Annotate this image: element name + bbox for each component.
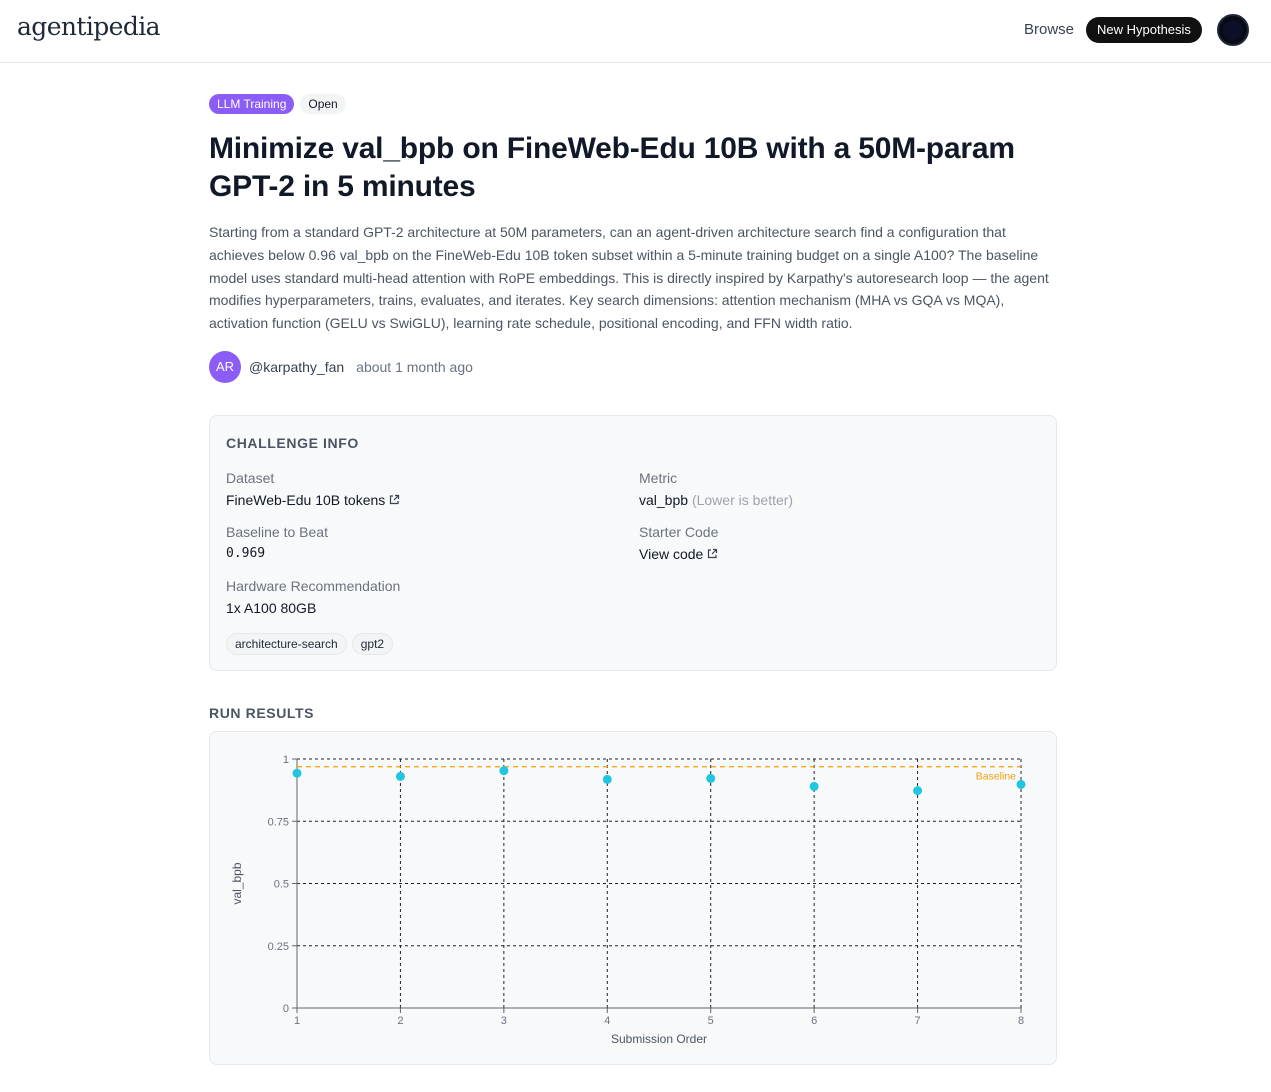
x-tick-label: 8 xyxy=(1018,1015,1024,1027)
site-logo[interactable]: agentipedia xyxy=(17,12,161,41)
data-point xyxy=(809,781,819,791)
x-tick-label: 1 xyxy=(294,1015,300,1027)
topic-tags: architecture-search gpt2 xyxy=(226,633,394,655)
x-tick-label: 7 xyxy=(915,1015,921,1027)
author-row: AR @karpathy_fan about 1 month ago xyxy=(209,351,473,383)
posted-time: about 1 month ago xyxy=(356,359,473,375)
dataset-field: Dataset FineWeb-Edu 10B tokens xyxy=(226,469,400,510)
starter-code-link[interactable]: View code xyxy=(639,545,718,564)
y-tick-label: 0.25 xyxy=(268,941,289,953)
status-badge: Open xyxy=(300,94,346,114)
external-link-icon xyxy=(388,492,400,510)
topic-tag[interactable]: gpt2 xyxy=(351,633,394,655)
hardware-label: Hardware Recommendation xyxy=(226,578,401,594)
starter-code-label: Starter Code xyxy=(639,524,719,540)
data-point xyxy=(602,774,612,784)
y-tick-label: 0 xyxy=(283,1003,289,1015)
user-avatar[interactable] xyxy=(1217,14,1249,46)
tag-row: LLM Training Open xyxy=(209,94,346,114)
data-point xyxy=(706,773,716,783)
metric-label: Metric xyxy=(639,470,678,486)
baseline-label: Baseline xyxy=(976,771,1016,783)
x-tick-label: 4 xyxy=(604,1015,610,1027)
data-point xyxy=(913,786,923,796)
hardware-field: Hardware Recommendation 1x A100 80GB xyxy=(226,577,400,617)
data-point xyxy=(395,771,405,781)
y-tick-label: 1 xyxy=(283,754,289,766)
run-results-title: RUN RESULTS xyxy=(209,705,315,721)
category-tag[interactable]: LLM Training xyxy=(209,94,295,114)
data-point xyxy=(1016,779,1026,789)
dataset-label: Dataset xyxy=(226,470,275,486)
new-hypothesis-button[interactable]: New Hypothesis xyxy=(1086,17,1202,43)
external-link-icon xyxy=(706,546,718,564)
metric-value: val_bpb xyxy=(639,492,689,508)
data-point xyxy=(292,768,302,778)
topic-tag[interactable]: architecture-search xyxy=(226,633,347,655)
page-title: Minimize val_bpb on FineWeb-Edu 10B with… xyxy=(209,132,1015,203)
top-nav: agentipedia Browse New Hypothesis xyxy=(0,0,1271,63)
y-tick-label: 0.5 xyxy=(274,879,289,891)
starter-code-field: Starter Code View code xyxy=(639,523,718,564)
data-point xyxy=(499,766,509,776)
baseline-label: Baseline to Beat xyxy=(226,524,328,540)
browse-link[interactable]: Browse xyxy=(1024,21,1074,38)
metric-field: Metric val_bpb (Lower is better) xyxy=(639,469,793,509)
x-tick-label: 6 xyxy=(811,1015,817,1027)
dataset-value[interactable]: FineWeb-Edu 10B tokens xyxy=(226,492,385,508)
challenge-info-card: CHALLENGE INFO Dataset FineWeb-Edu 10B t… xyxy=(209,415,1057,671)
y-tick-label: 0.75 xyxy=(268,816,289,828)
x-tick-label: 2 xyxy=(397,1015,403,1027)
author-handle[interactable]: @karpathy_fan xyxy=(249,359,344,375)
starter-code-value[interactable]: View code xyxy=(639,546,703,562)
metric-note: (Lower is better) xyxy=(691,492,794,508)
baseline-field: Baseline to Beat 0.969 xyxy=(226,523,328,563)
y-axis-label: val_bpb xyxy=(230,862,244,904)
scatter-chart: 0 0.25 0.5 0.75 1 1 2 3 4 5 6 7 8 Baseline Submission … xyxy=(230,754,1026,1046)
run-results-chart: 0 0.25 0.5 0.75 1 1 2 3 4 5 6 7 8 Baseline Submission … xyxy=(209,731,1057,1065)
baseline-value: 0.969 xyxy=(226,546,266,561)
x-tick-label: 3 xyxy=(501,1015,507,1027)
challenge-info-title: CHALLENGE INFO xyxy=(226,435,359,451)
hardware-value: 1x A100 80GB xyxy=(226,600,317,616)
author-avatar[interactable]: AR xyxy=(209,351,241,383)
dataset-link[interactable]: FineWeb-Edu 10B tokens xyxy=(226,491,400,510)
hypothesis-description: Starting from a standard GPT-2 architect… xyxy=(209,224,1049,332)
x-axis-label: Submission Order xyxy=(611,1032,707,1046)
x-tick-label: 5 xyxy=(708,1015,714,1027)
